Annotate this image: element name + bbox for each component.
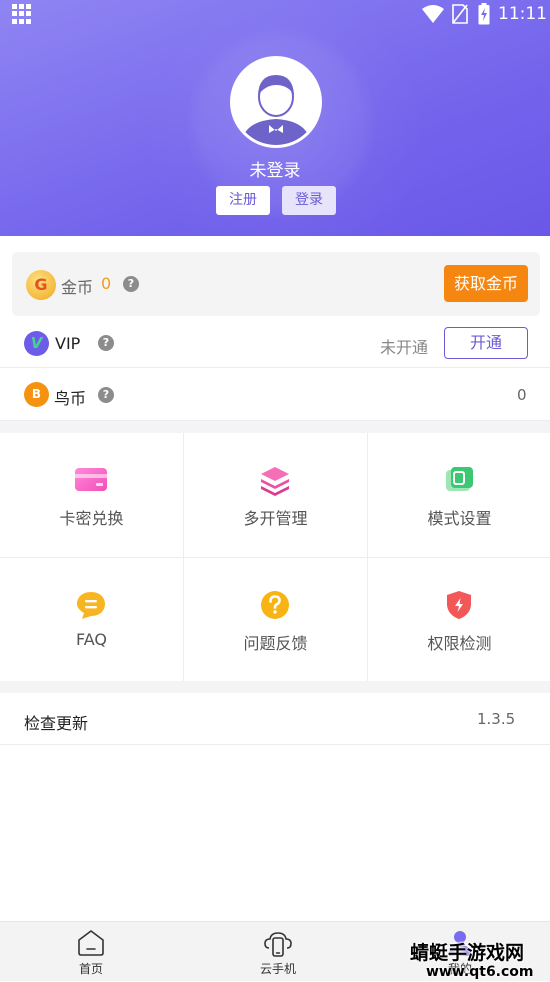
feature-label: 权限检测 [427,634,492,653]
check-update-label: 检查更新 [24,714,89,733]
vip-icon: V [24,331,49,356]
gold-coin-icon: G [26,270,56,300]
app-grid-icon [12,4,32,24]
avatar[interactable] [230,56,322,148]
nav-item-cloud-phone[interactable]: 云手机 [218,922,338,982]
feature-grid: 卡密兑换 多开管理 模式设置 FAQ 问题反馈 权限检测 [0,433,550,681]
status-time: 11:11 [498,4,547,24]
vip-status: 未开通 [380,338,429,357]
wifi-icon [422,5,444,23]
watermark-url: www.qt6.com [426,964,534,980]
feature-label: 模式设置 [427,509,492,528]
watermark-text: 蜻蜓手游戏网 [410,942,525,964]
feature-card-feedback[interactable]: 问题反馈 [184,558,367,682]
nav-label: 云手机 [259,962,296,976]
username-label: 未登录 [249,161,301,181]
get-coins-button[interactable]: 获取金币 [444,265,528,302]
check-update-row[interactable]: 检查更新 1.3.5 [0,693,550,745]
activate-vip-button[interactable]: 开通 [444,327,528,359]
app-version: 1.3.5 [477,710,516,728]
feature-label: FAQ [76,630,107,649]
cloud-phone-icon [264,932,292,957]
layers-icon [261,467,289,496]
mode-icon [446,467,473,491]
register-button[interactable]: 注册 [216,186,270,215]
bird-coin-label: 鸟币 [54,389,87,408]
feature-card-mode-settings[interactable]: 模式设置 [368,433,550,557]
feature-card-redeem[interactable]: 卡密兑换 [0,433,183,557]
section-divider [0,681,550,693]
card-icon [75,468,107,491]
status-bar: 11:11 [0,0,550,30]
gold-coin-help-icon[interactable]: ? [123,276,139,292]
shield-icon [447,591,471,619]
chat-icon [77,592,105,619]
vip-help-icon[interactable]: ? [98,335,114,351]
battery-charging-icon [478,3,490,25]
feature-label: 问题反馈 [243,634,308,653]
default-avatar-icon [233,59,319,145]
bird-coin-help-icon[interactable]: ? [98,387,114,403]
feature-card-faq[interactable]: FAQ [0,558,183,682]
section-divider [0,421,550,433]
feature-label: 卡密兑换 [59,509,124,528]
bird-coin-row: B 鸟币 ? 0 [0,369,550,421]
question-icon [261,591,289,619]
nav-label: 首页 [78,962,103,976]
feature-label: 多开管理 [243,509,308,528]
gold-coin-value: 0 [101,274,112,293]
sim-icon [452,4,468,24]
vip-row: V VIP ? 未开通 开通 [0,318,550,368]
bird-coin-icon: B [24,382,49,407]
gold-coin-card: G 金币 0 ? 获取金币 [12,252,540,316]
gold-coin-label: 金币 [61,278,94,297]
profile-header: 11:11 未登录 注册 登录 [0,0,550,236]
nav-item-home[interactable]: 首页 [31,922,151,982]
feature-card-permission-check[interactable]: 权限检测 [368,558,550,682]
bird-coin-value: 0 [517,386,527,404]
vip-label: VIP [55,334,81,353]
login-button[interactable]: 登录 [282,186,336,215]
feature-card-multi-open[interactable]: 多开管理 [184,433,367,557]
home-icon [78,930,104,956]
